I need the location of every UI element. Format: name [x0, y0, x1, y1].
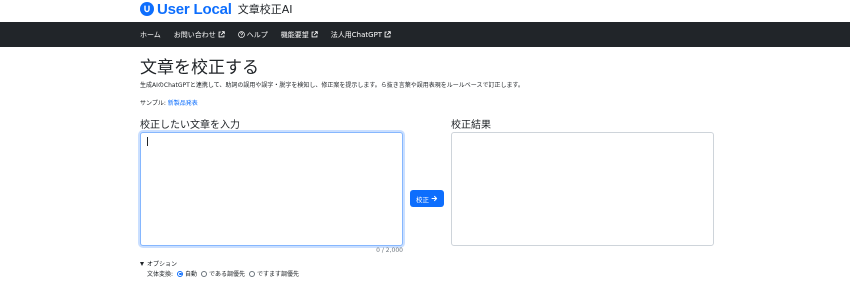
sample-prefix: サンプル:: [140, 100, 166, 107]
nav-item-label: お問い合わせ: [173, 30, 216, 39]
correct-button-label: 校正: [416, 196, 429, 204]
radio-label: である調優先: [209, 271, 245, 278]
nav-item-help[interactable]: ヘルプ: [238, 30, 268, 40]
external-link-icon: [311, 31, 318, 38]
style-conversion-label: 文体変換:: [147, 271, 174, 278]
userlocal-logo[interactable]: User Local 文章校正AI: [140, 0, 292, 18]
nav-item-label: 機能要望: [280, 30, 309, 39]
triangle-down-icon: [140, 261, 144, 266]
nav-item-label: ホーム: [140, 30, 161, 39]
nav-item-corporate-chatgpt[interactable]: 法人用ChatGPT: [331, 30, 391, 40]
external-link-icon: [218, 31, 225, 38]
radio-button[interactable]: [249, 270, 255, 277]
arrow-right-icon: [431, 195, 438, 202]
question-circle-icon: [238, 31, 245, 38]
text-input[interactable]: [140, 132, 403, 246]
radio-button[interactable]: [201, 270, 208, 277]
style-conversion-row: 文体変換: 自動 である調優先 ですます調優先: [147, 269, 299, 278]
radio-label: ですます調優先: [257, 271, 300, 278]
text-cursor: [147, 137, 148, 146]
radio-auto[interactable]: 自動: [177, 269, 197, 278]
options-toggle[interactable]: オプション: [140, 259, 177, 268]
nav-item-home[interactable]: ホーム: [140, 30, 161, 40]
external-link-icon: [384, 31, 391, 38]
result-label: 校正結果: [451, 120, 491, 131]
nav-item-label: 法人用ChatGPT: [330, 30, 383, 39]
product-name: 文章校正AI: [237, 3, 293, 16]
nav-item-feature-request[interactable]: 機能要望: [281, 30, 318, 40]
correct-button[interactable]: 校正: [410, 190, 444, 207]
site-header: User Local 文章校正AI: [0, 0, 850, 22]
options-label: オプション: [147, 261, 178, 268]
nav-item-contact[interactable]: お問い合わせ: [174, 30, 225, 40]
page-description: 生成AIのChatGPTと連携して、助詞の誤用や誤字・脱字を検知し、修正案を提示…: [140, 82, 524, 89]
sample-row: サンプル: 新製品発表: [140, 98, 198, 107]
brand-name: User Local: [157, 0, 232, 18]
radio-label: 自動: [185, 271, 198, 278]
character-counter: 0 / 2,000: [376, 247, 403, 254]
radio-desumasu[interactable]: ですます調優先: [249, 269, 299, 278]
main-navbar: ホーム お問い合わせ ヘルプ 機能要望 法人用ChatGPT: [0, 22, 850, 47]
radio-dearu[interactable]: である調優先: [201, 269, 245, 278]
userlocal-logo-icon: [140, 2, 154, 16]
radio-button-selected[interactable]: [177, 270, 184, 277]
page-title: 文章を校正する: [140, 58, 259, 78]
result-output: [451, 132, 714, 246]
sample-link[interactable]: 新製品発表: [168, 100, 198, 107]
input-label: 校正したい文章を入力: [140, 120, 240, 131]
nav-item-label: ヘルプ: [246, 30, 268, 39]
